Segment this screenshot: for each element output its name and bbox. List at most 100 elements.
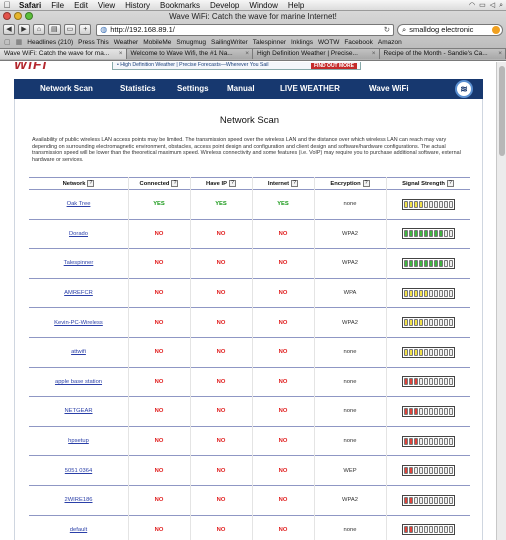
bookmark-item[interactable]: Inklings [291, 37, 313, 48]
signal-segment [403, 200, 408, 208]
have-ip-value: NO [216, 260, 226, 267]
tab-recipe[interactable]: Recipe of the Month - Sandie's Ca... × [379, 49, 506, 59]
signal-segment [433, 289, 438, 297]
home-icon[interactable]: ⌂ [33, 24, 45, 35]
network-name-link[interactable]: default [70, 527, 87, 533]
help-icon[interactable]: ? [362, 180, 370, 187]
nav-wave-wifi[interactable]: Wave WiFi [369, 84, 409, 93]
address-bar[interactable]: ◍ http://192.168.89.1/ ↻ [96, 23, 394, 36]
reload-icon[interactable]: ↻ [384, 25, 393, 35]
internet-value-cell: NO [252, 279, 314, 308]
signal-segment [413, 496, 418, 504]
help-icon[interactable]: ? [228, 180, 236, 187]
network-name-link[interactable]: attwifi [71, 349, 86, 355]
bookmark-item[interactable]: WOTW [318, 37, 339, 48]
menu-help[interactable]: Help [283, 0, 309, 11]
wave-wifi-logo[interactable]: WiFi [14, 62, 47, 72]
bookmark-item[interactable]: Talespinner [253, 37, 286, 48]
connected-value: NO [154, 438, 164, 445]
bookmark-item[interactable]: Facebook [344, 37, 373, 48]
network-name-link[interactable]: 2WIRE186 [64, 497, 92, 503]
signal-segment [418, 467, 423, 475]
scrollbar-thumb[interactable] [499, 66, 505, 156]
network-name-link[interactable]: NETGEAR [64, 408, 92, 414]
help-icon[interactable]: ? [171, 180, 179, 187]
have-ip-value: NO [216, 526, 226, 533]
signal-segment [428, 230, 433, 238]
bookmark-item[interactable]: Amazon [378, 37, 402, 48]
nav-network-scan[interactable]: Network Scan [40, 84, 93, 93]
bookmark-item[interactable]: SailingWriter [211, 37, 248, 48]
nav-manual[interactable]: Manual [227, 84, 255, 93]
signal-segment [433, 437, 438, 445]
close-tab-icon[interactable]: × [498, 49, 502, 59]
signal-segment [403, 319, 408, 327]
page-scrollbar[interactable] [496, 62, 506, 540]
have-ip-value: NO [216, 319, 226, 326]
network-name-link[interactable]: hpsetup [68, 438, 89, 444]
history-icon[interactable]: ▤ [48, 24, 61, 35]
menu-file[interactable]: File [46, 0, 69, 11]
volume-icon[interactable]: ◁ [490, 0, 495, 11]
signal-segment [418, 496, 423, 504]
help-icon[interactable]: ? [291, 180, 299, 187]
network-name-link[interactable]: Kevin-PC-Wireless [54, 320, 103, 326]
close-window-button[interactable] [3, 12, 11, 20]
network-name-link[interactable]: Dorado [69, 231, 88, 237]
network-name-link[interactable]: Oak Tree [67, 201, 91, 207]
bookmark-item[interactable]: Smugmug [176, 37, 206, 48]
tab-welcome[interactable]: Welcome to Wave Wifi, the #1 Na... × [126, 49, 253, 59]
wave-logo-icon[interactable]: ≋ [455, 80, 473, 98]
window-title: Wave WiFi: Catch the wave for marine Int… [169, 12, 337, 21]
clear-search-icon[interactable] [492, 25, 500, 34]
bookmarks-icon[interactable]: ▭ [63, 24, 77, 35]
bookmark-item[interactable]: Press This [78, 37, 109, 48]
nav-settings[interactable]: Settings [177, 84, 209, 93]
ad-cta-button[interactable]: FIND OUT MORE [311, 63, 357, 69]
encryption-value: WPA2 [342, 230, 358, 237]
close-tab-icon[interactable]: × [372, 49, 376, 59]
menu-bookmarks[interactable]: Bookmarks [155, 0, 205, 11]
signal-strength-cell [386, 279, 470, 308]
reading-list-icon[interactable]: ▢ [4, 37, 11, 48]
menu-window[interactable]: Window [244, 0, 282, 11]
battery-icon[interactable]: ▭ [479, 0, 486, 11]
tab-wave-wifi[interactable]: Wave WiFi: Catch the wave for ma... × [0, 49, 127, 59]
connected-value-cell: NO [128, 516, 190, 540]
zoom-window-button[interactable] [25, 12, 33, 20]
network-name-link[interactable]: AMREFCR [64, 290, 93, 296]
menu-view[interactable]: View [93, 0, 120, 11]
menu-edit[interactable]: Edit [69, 0, 93, 11]
bookmark-item[interactable]: Headlines (210) [27, 37, 73, 48]
menu-safari[interactable]: Safari [14, 0, 46, 11]
wifi-status-icon[interactable]: ◠ [469, 0, 475, 11]
nav-statistics[interactable]: Statistics [120, 84, 156, 93]
help-icon[interactable]: ? [87, 180, 95, 187]
close-tab-icon[interactable]: × [119, 49, 123, 59]
bookmark-item[interactable]: MobileMe [143, 37, 171, 48]
signal-segment [443, 437, 448, 445]
menu-develop[interactable]: Develop [205, 0, 244, 11]
signal-segment [428, 526, 433, 534]
spotlight-icon[interactable]: ⌕ [499, 0, 503, 11]
network-name-link[interactable]: apple base station [55, 379, 102, 385]
network-name-link[interactable]: Talespinner [64, 260, 94, 266]
minimize-window-button[interactable] [14, 12, 22, 20]
menu-history[interactable]: History [120, 0, 155, 11]
help-icon[interactable]: ? [446, 180, 454, 187]
apple-menu-icon[interactable]:  [0, 0, 14, 11]
weather-ad[interactable]: • High Definition Weather | Precise Fore… [112, 62, 361, 70]
have-ip-value: NO [216, 378, 226, 385]
signal-segment [423, 378, 428, 386]
nav-live-weather[interactable]: LIVE WEATHER [280, 84, 340, 93]
forward-button[interactable]: ▶ [18, 24, 30, 35]
add-bookmark-button[interactable]: + [79, 24, 92, 35]
search-field[interactable]: ⌕ smalldog electronic [397, 23, 503, 36]
back-button[interactable]: ◀ [3, 24, 15, 35]
tab-weather[interactable]: High Definition Weather | Precise... × [253, 49, 380, 59]
encryption-value-cell: WPA2 [314, 486, 386, 515]
bookmark-item[interactable]: Weather [114, 37, 138, 48]
top-sites-icon[interactable]: ▦ [16, 37, 23, 48]
close-tab-icon[interactable]: × [245, 49, 249, 59]
network-name-link[interactable]: 5051 0364 [65, 468, 92, 474]
